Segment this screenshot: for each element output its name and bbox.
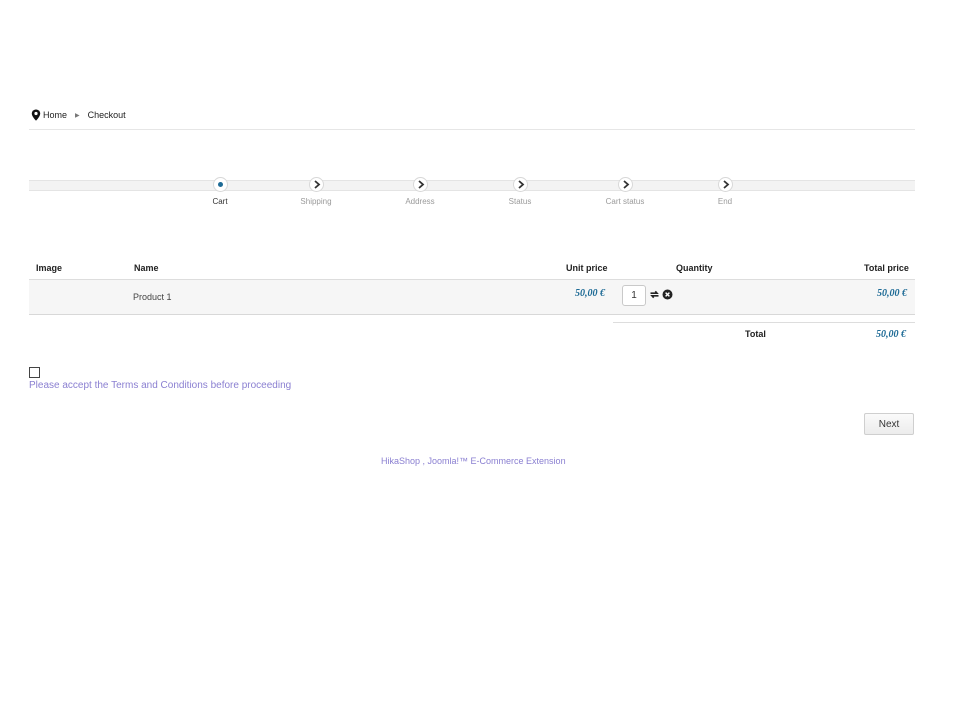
next-button[interactable]: Next (864, 413, 914, 435)
breadcrumb: Home ▶ Checkout (31, 108, 126, 122)
step-label: Status (508, 197, 532, 206)
column-header-total-price: Total price (864, 263, 909, 273)
total-label: Total (745, 329, 766, 339)
step-status[interactable]: Status (480, 177, 560, 206)
footer-link[interactable]: HikaShop , Joomla!™ E-Commerce Extension (381, 456, 566, 466)
row-total-price: 50,00 € (877, 288, 907, 299)
chevron-right-icon (412, 177, 428, 192)
terms-checkbox[interactable] (29, 367, 40, 378)
step-cart[interactable]: Cart (180, 177, 260, 206)
step-label: Shipping (300, 197, 332, 206)
step-current-icon (212, 177, 228, 192)
remove-icon[interactable] (662, 289, 673, 300)
table-row-divider (29, 314, 915, 315)
step-label: End (717, 197, 733, 206)
step-end[interactable]: End (685, 177, 765, 206)
chevron-right-icon (717, 177, 733, 192)
refresh-icon[interactable] (649, 289, 660, 300)
checkout-steps-track (29, 180, 915, 191)
step-label: Cart (212, 197, 228, 206)
terms-link[interactable]: Please accept the Terms and Conditions b… (29, 380, 291, 391)
step-cart-status[interactable]: Cart status (585, 177, 665, 206)
breadcrumb-separator-icon: ▶ (75, 112, 80, 119)
unit-price: 50,00 € (575, 288, 605, 299)
breadcrumb-home-link[interactable]: Home (43, 110, 67, 120)
column-header-quantity: Quantity (676, 263, 713, 273)
column-header-unit-price: Unit price (566, 263, 608, 273)
column-header-name: Name (134, 263, 159, 273)
step-label: Address (405, 197, 435, 206)
chevron-right-icon (308, 177, 324, 192)
column-header-image: Image (36, 263, 63, 273)
breadcrumb-current: Checkout (87, 110, 126, 120)
total-divider (613, 322, 915, 323)
quantity-input[interactable]: 1 (622, 285, 646, 306)
breadcrumb-divider (29, 129, 915, 130)
product-name-link[interactable]: Product 1 (133, 292, 172, 302)
total-value: 50,00 € (876, 329, 906, 340)
step-shipping[interactable]: Shipping (276, 177, 356, 206)
step-label: Cart status (605, 197, 645, 206)
chevron-right-icon (512, 177, 528, 192)
map-marker-icon (31, 109, 41, 121)
step-address[interactable]: Address (380, 177, 460, 206)
chevron-right-icon (617, 177, 633, 192)
